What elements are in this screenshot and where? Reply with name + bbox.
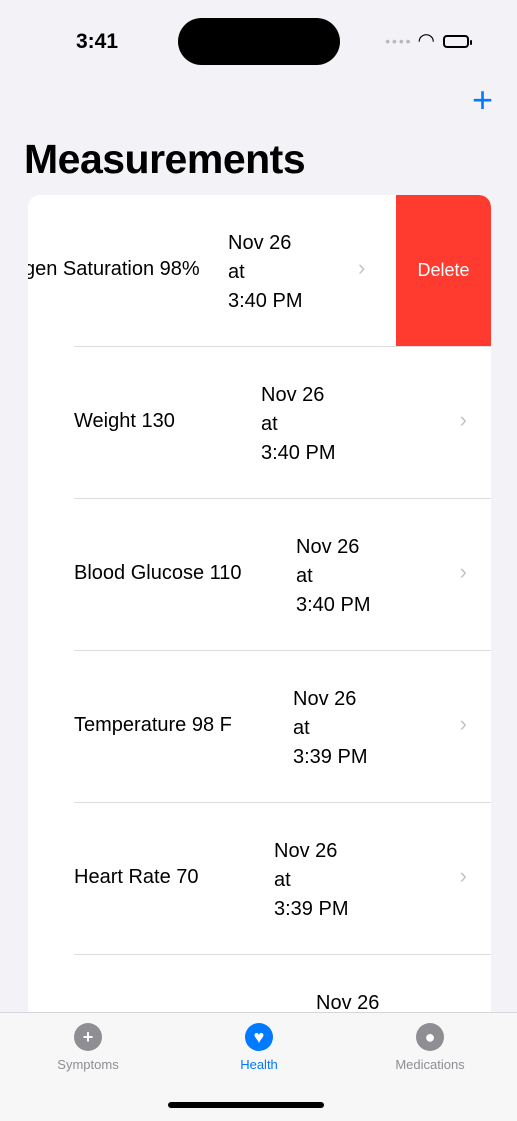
list-item[interactable]: Blood Glucose 110 Nov 26 at 3:40 PM › <box>28 499 491 651</box>
chevron-right-icon: › <box>358 255 366 280</box>
measurement-name: gen Saturation 98% <box>28 258 200 280</box>
heart-icon: ♥ <box>245 1023 273 1051</box>
delete-button[interactable]: Delete <box>396 195 491 346</box>
tab-label: Health <box>240 1057 278 1072</box>
chevron-right-icon: › <box>459 711 467 736</box>
measurement-date: Nov 26 at 3:39 PM <box>293 688 368 768</box>
list-item[interactable]: gen Saturation 98% Nov 26 at 3:40 PM › D… <box>28 195 491 347</box>
status-indicators: • • • • ◠ <box>385 30 472 52</box>
plus-circle-icon: + <box>74 1023 102 1051</box>
measurement-name: Weight 130 <box>74 410 175 432</box>
list-item[interactable]: Weight 130 Nov 26 at 3:40 PM › <box>28 347 491 499</box>
wifi-icon: ◠ <box>417 30 435 52</box>
tab-health[interactable]: ♥ Health <box>199 1023 319 1072</box>
signal-dots-icon: • • • • <box>385 33 410 49</box>
list-item[interactable]: Temperature 98 F Nov 26 at 3:39 PM › <box>28 651 491 803</box>
pills-icon: ● <box>416 1023 444 1051</box>
measurement-date: Nov 26 at 3:39 PM <box>274 840 349 920</box>
measurement-date: Nov 26 at 3:40 PM <box>228 232 303 312</box>
chevron-right-icon: › <box>459 407 467 432</box>
tab-label: Symptoms <box>57 1057 119 1072</box>
chevron-right-icon: › <box>459 559 467 584</box>
measurement-date: Nov 26 at 3:40 PM <box>296 536 371 616</box>
measurement-name: Heart Rate 70 <box>74 866 199 888</box>
tab-label: Medications <box>395 1057 465 1072</box>
measurement-name: Blood Glucose 110 <box>74 562 242 584</box>
measurement-date: Nov 26 at 3:40 PM <box>261 384 336 464</box>
chevron-right-icon: › <box>459 863 467 888</box>
measurement-name: Temperature 98 F <box>74 714 232 736</box>
home-indicator <box>168 1102 324 1108</box>
battery-icon <box>443 34 472 48</box>
page-title: Measurements <box>24 136 306 182</box>
tab-symptoms[interactable]: + Symptoms <box>28 1023 148 1072</box>
status-time: 3:41 <box>76 30 119 53</box>
measurement-list: gen Saturation 98% Nov 26 at 3:40 PM › D… <box>28 195 491 1025</box>
add-button[interactable]: + <box>472 82 493 118</box>
tab-medications[interactable]: ● Medications <box>370 1023 490 1072</box>
list-item[interactable]: Heart Rate 70 Nov 26 at 3:39 PM › <box>28 803 491 955</box>
dynamic-island <box>178 18 340 65</box>
